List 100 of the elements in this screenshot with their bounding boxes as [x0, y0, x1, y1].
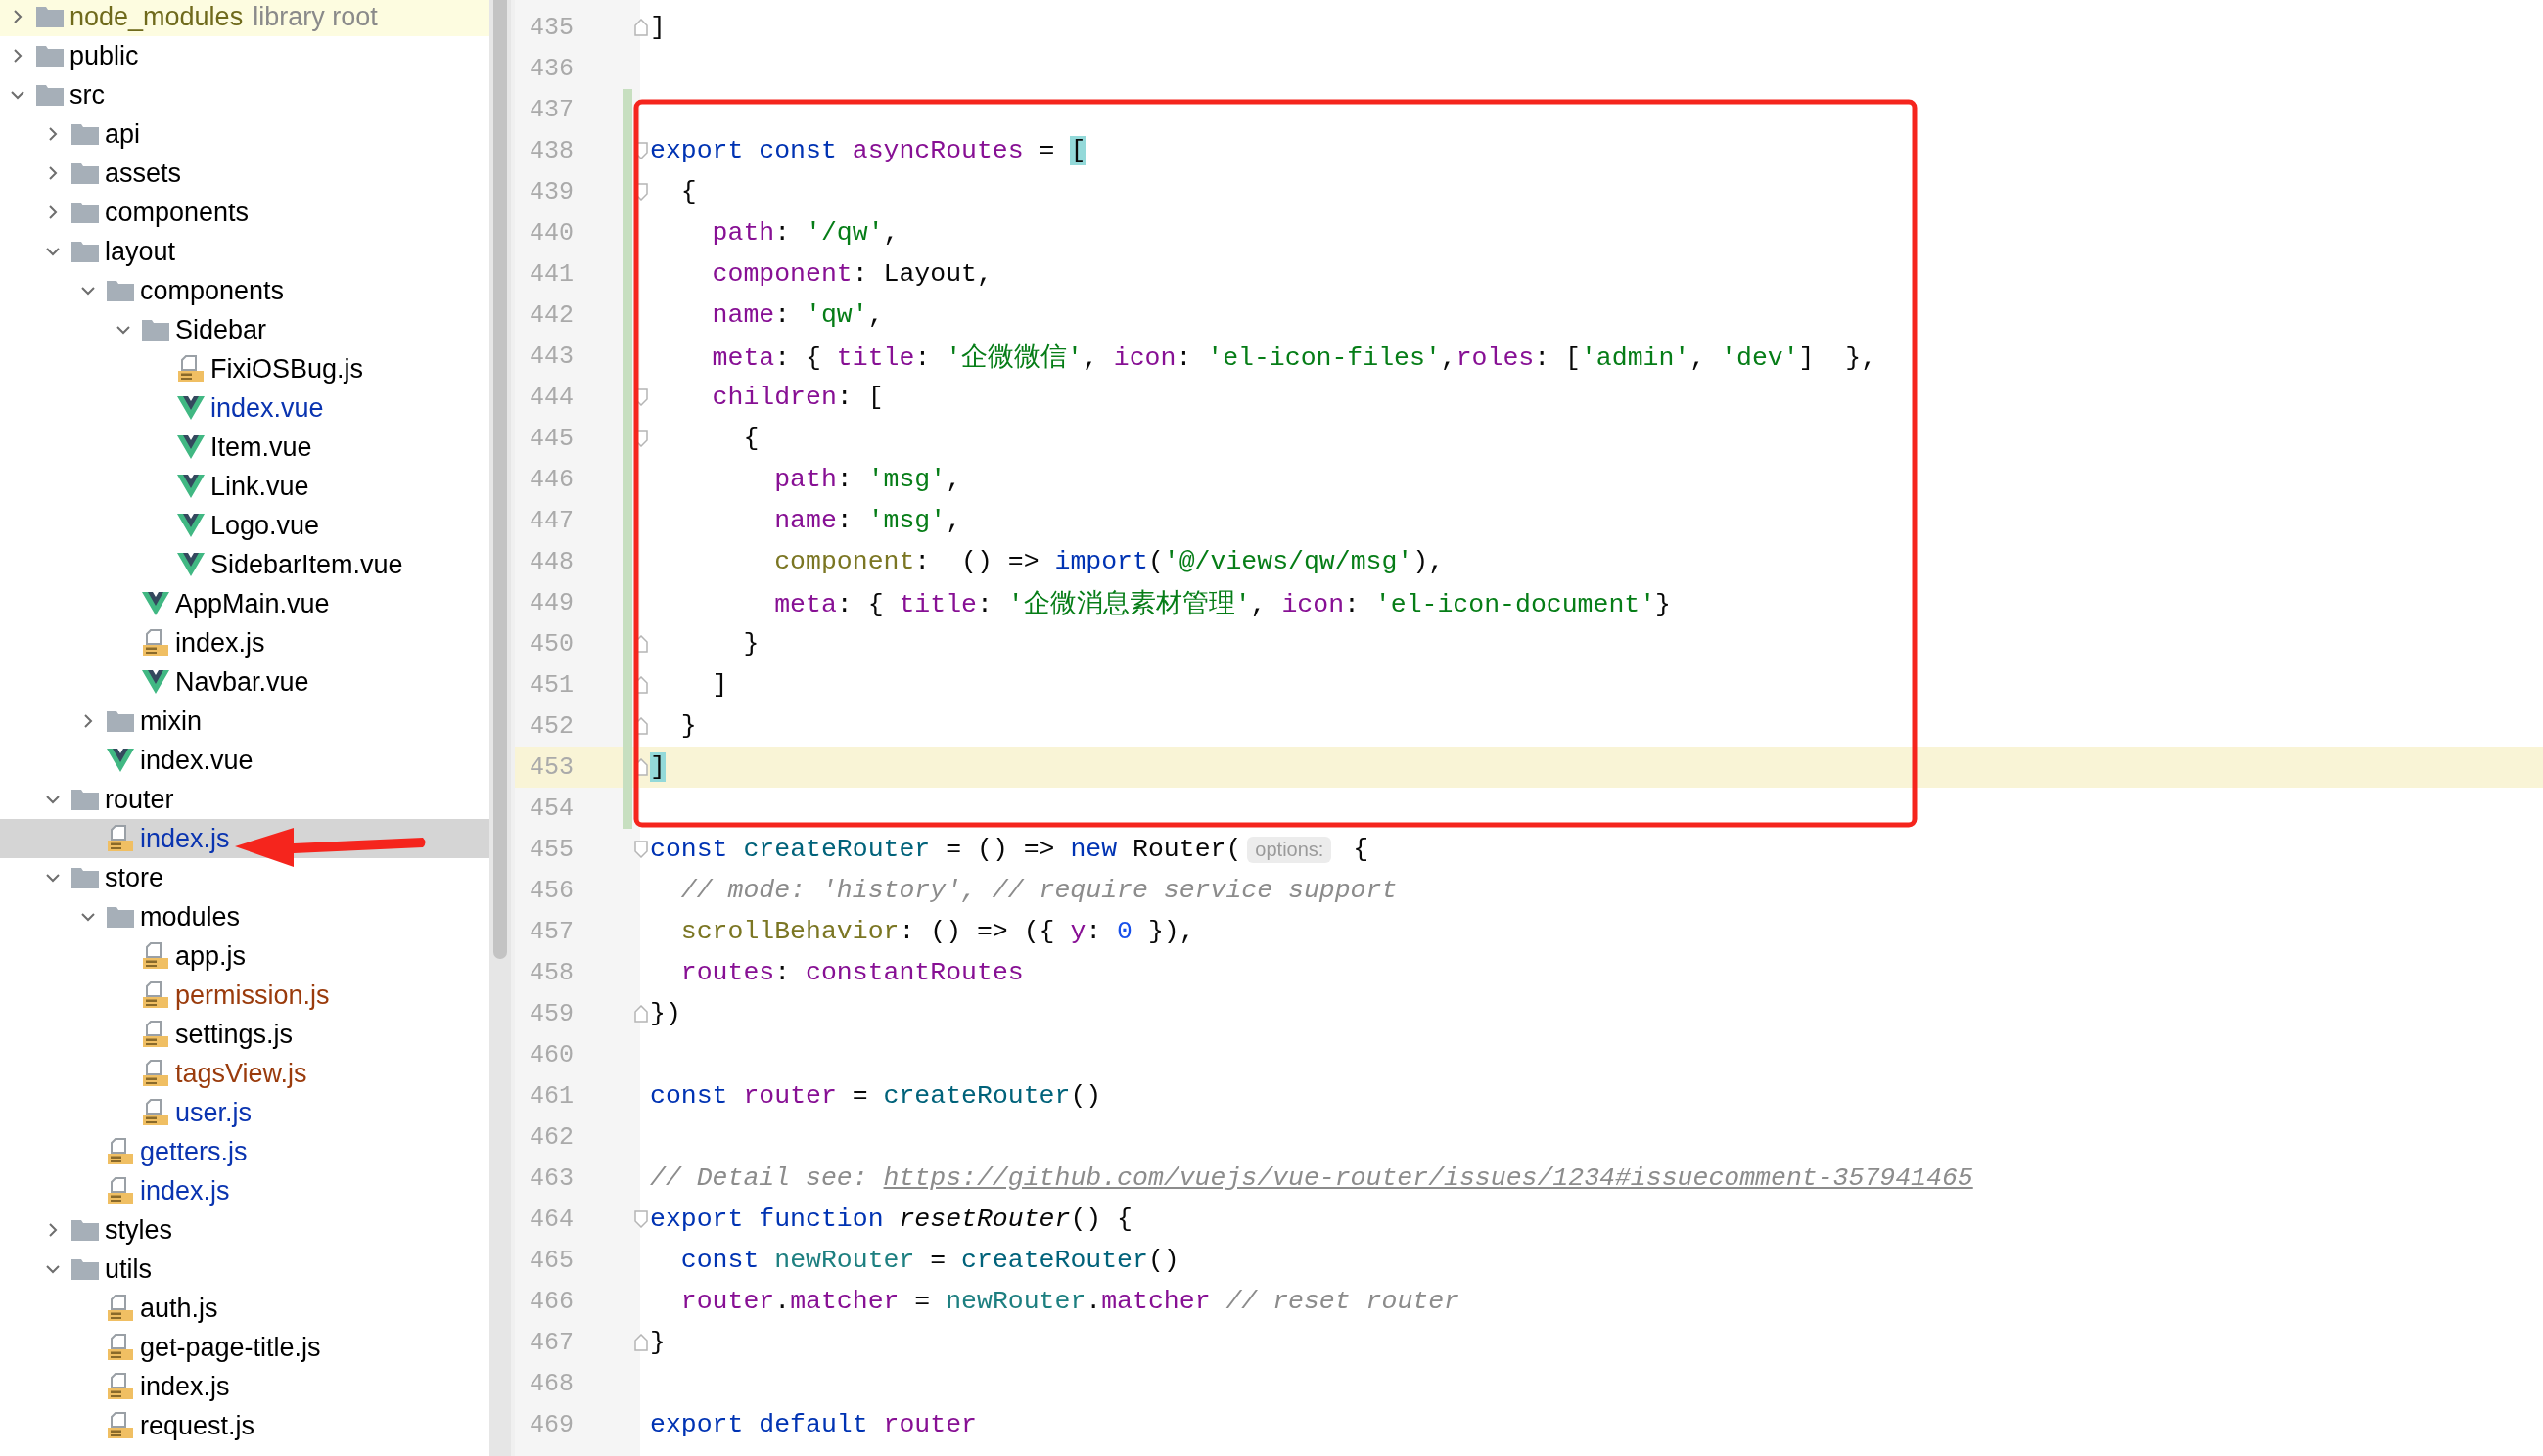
js-file-icon	[141, 1059, 170, 1088]
line-number: 435	[530, 13, 574, 42]
tree-row[interactable]: index.vue	[0, 741, 489, 780]
tree-row[interactable]: SidebarItem.vue	[0, 545, 489, 584]
code-line: name: 'msg',	[773, 506, 962, 535]
code-line: path: 'msg',	[773, 465, 962, 494]
tree-row[interactable]: mixin	[0, 702, 489, 741]
line-number: 437	[530, 95, 574, 124]
tree-row[interactable]: store	[0, 858, 489, 897]
tree-row[interactable]: Logo.vue	[0, 506, 489, 545]
line-number: 447	[530, 506, 574, 535]
file-name: index.js	[140, 823, 230, 854]
tree-row[interactable]: get-page-title.js	[0, 1328, 489, 1367]
tree-row[interactable]: user.js	[0, 1093, 489, 1132]
code-line: {	[679, 177, 697, 206]
code-text: createRouter	[743, 835, 931, 864]
line-number: 453	[530, 752, 574, 782]
code-text: {	[1352, 835, 1369, 864]
tree-row[interactable]: components	[0, 271, 489, 310]
code-text: // Detail see:	[650, 1163, 869, 1193]
js-file-icon	[176, 354, 206, 384]
tree-row[interactable]: components	[0, 193, 489, 232]
library-row[interactable]: node_modules library root	[0, 0, 489, 36]
tree-row[interactable]: assets	[0, 154, 489, 193]
tree-row[interactable]: request.js	[0, 1406, 489, 1445]
tree-row[interactable]: index.js	[0, 623, 489, 662]
folder-icon	[106, 709, 135, 733]
tree-row[interactable]: auth.js	[0, 1289, 489, 1328]
code-text: = () =>	[945, 835, 1056, 864]
tree-row[interactable]: AppMain.vue	[0, 584, 489, 623]
code-text: const	[650, 835, 729, 864]
tree-row[interactable]: src	[0, 75, 489, 114]
tree-row[interactable]: Item.vue	[0, 428, 489, 467]
code-line: name: 'qw',	[711, 300, 884, 330]
js-file-icon	[141, 628, 170, 658]
tree-row[interactable]: layout	[0, 232, 489, 271]
code-line: scrollBehavior: () => ({ y: 0 }),	[679, 917, 1195, 946]
tree-row[interactable]: permission.js	[0, 976, 489, 1015]
line-number: 467	[530, 1328, 574, 1357]
line-number: 462	[530, 1122, 574, 1152]
tree-row[interactable]: modules	[0, 897, 489, 936]
tree-row[interactable]: tagsView.js	[0, 1054, 489, 1093]
line-number: 451	[530, 670, 574, 700]
line-number: 465	[530, 1246, 574, 1275]
tree-row[interactable]: index.js	[0, 1171, 489, 1210]
folder-icon	[106, 905, 135, 929]
line-number: 452	[530, 711, 574, 741]
line-number: 455	[530, 835, 574, 864]
file-name: SidebarItem.vue	[210, 549, 403, 580]
vue-file-icon	[107, 748, 134, 773]
folder-icon	[35, 44, 65, 68]
code-line: }	[742, 629, 760, 659]
file-name: user.js	[175, 1097, 253, 1128]
file-name: utils	[105, 1253, 152, 1285]
line-number: 442	[530, 300, 574, 330]
line-number: 458	[530, 958, 574, 987]
tree-row[interactable]: router	[0, 780, 489, 819]
code-line: }	[679, 711, 697, 741]
tree-row[interactable]: Link.vue	[0, 467, 489, 506]
folder-icon	[70, 788, 100, 811]
tree-row[interactable]: utils	[0, 1250, 489, 1289]
tree-row[interactable]: app.js	[0, 936, 489, 976]
file-name: index.vue	[210, 392, 324, 424]
folder-icon	[106, 279, 135, 302]
tree-row[interactable]: styles	[0, 1210, 489, 1250]
code-line: // mode: 'history', // require service support	[679, 876, 1398, 905]
tree-row[interactable]: index.js	[0, 1367, 489, 1406]
file-name: components	[140, 275, 285, 306]
file-name: router	[105, 784, 174, 815]
line-number: 449	[530, 588, 574, 617]
line-number: 438	[530, 136, 574, 165]
folder-icon	[70, 1218, 100, 1242]
file-name: src	[69, 79, 105, 111]
js-file-icon	[141, 1098, 170, 1127]
line-number: 461	[530, 1081, 574, 1111]
scrollbar-thumb[interactable]	[493, 0, 507, 959]
tree-row[interactable]: FixiOSBug.js	[0, 349, 489, 388]
file-name: styles	[105, 1214, 173, 1246]
tree-row[interactable]: getters.js	[0, 1132, 489, 1171]
line-number: 460	[530, 1040, 574, 1069]
tree-row[interactable]: public	[0, 36, 489, 75]
code-line: const router = createRouter()	[650, 1081, 1102, 1111]
vue-file-icon	[177, 552, 205, 577]
code-line: })	[650, 999, 681, 1028]
folder-icon	[70, 1257, 100, 1281]
file-name: tagsView.js	[175, 1058, 307, 1089]
line-number: 454	[530, 794, 574, 823]
line-number: 459	[530, 999, 574, 1028]
tree-row[interactable]: Sidebar	[0, 310, 489, 349]
vue-file-icon	[177, 395, 205, 421]
tree-row[interactable]: settings.js	[0, 1015, 489, 1054]
file-name: index.js	[140, 1371, 230, 1402]
parameter-hint: options:	[1247, 836, 1332, 863]
vue-file-icon	[142, 669, 169, 695]
tree-row[interactable]: index.vue	[0, 388, 489, 428]
file-name: assets	[105, 158, 182, 189]
tree-row[interactable]: api	[0, 114, 489, 154]
tree-row[interactable]: Navbar.vue	[0, 662, 489, 702]
folder-icon	[70, 161, 100, 185]
vue-file-icon	[177, 474, 205, 499]
